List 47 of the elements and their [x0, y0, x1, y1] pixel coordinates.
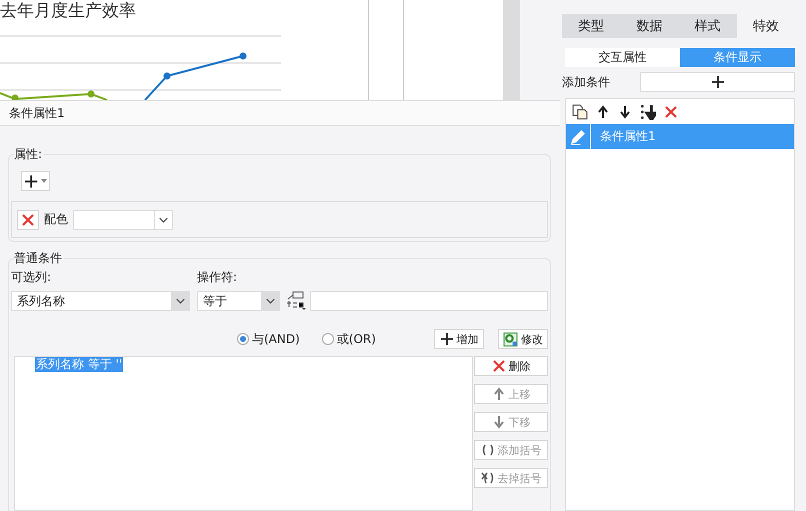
field-label: 配色: [44, 211, 68, 228]
add-button[interactable]: 增加: [434, 329, 484, 349]
logic-radio[interactable]: 与(AND): [237, 330, 300, 348]
close-icon: [21, 212, 35, 226]
pencil-icon: [570, 128, 586, 144]
logic-radio[interactable]: 或(OR): [322, 330, 376, 348]
side-button[interactable]: 删除: [474, 356, 548, 376]
chevron-down-icon: [261, 292, 279, 310]
move-bottom-icon: [640, 104, 656, 120]
caret-icon: [41, 179, 47, 183]
parentheses-icon: [480, 443, 494, 457]
plus-icon: [710, 75, 724, 89]
operator-dropdown[interactable]: 等于: [197, 291, 280, 311]
tab[interactable]: 数据: [620, 14, 678, 38]
arrow-down-icon: [492, 415, 506, 429]
edit-button[interactable]: 修改: [498, 329, 548, 349]
copy-icon: [572, 104, 588, 120]
tab[interactable]: 类型: [562, 14, 620, 38]
arrow-up-icon: [492, 387, 506, 401]
plus-icon: [440, 332, 454, 346]
group-legend: 普通条件: [14, 250, 64, 267]
close-icon: [664, 104, 678, 118]
field-label: 可选列:: [11, 270, 52, 284]
value-input[interactable]: [310, 291, 548, 311]
data-point: [240, 52, 246, 60]
plus-icon: [24, 174, 38, 188]
text-format-icon: [285, 291, 307, 311]
dialog-title: 条件属性1: [9, 104, 65, 122]
chevron-down-icon: [171, 292, 189, 310]
arrow-down-icon: [618, 104, 632, 118]
remove-parentheses-icon: [480, 471, 494, 485]
color-dropdown[interactable]: [73, 210, 173, 230]
tab[interactable]: 样式: [678, 14, 737, 38]
data-point: [12, 94, 18, 100]
sub-tab[interactable]: 交互属性: [565, 48, 680, 67]
add-condition-button[interactable]: [640, 72, 795, 92]
close-icon: [492, 359, 506, 373]
field-label: 操作符:: [197, 269, 238, 283]
data-point: [88, 90, 94, 98]
add-attribute-button[interactable]: [21, 171, 50, 191]
data-point: [164, 72, 170, 80]
column-dropdown[interactable]: 系列名称: [11, 291, 190, 311]
remove-button[interactable]: [17, 210, 39, 230]
group-legend: 属性:: [14, 146, 44, 163]
arrow-up-icon: [596, 104, 610, 118]
chart-title: 去年月度生产效率: [0, 1, 136, 21]
field-label: 添加条件: [562, 74, 610, 90]
